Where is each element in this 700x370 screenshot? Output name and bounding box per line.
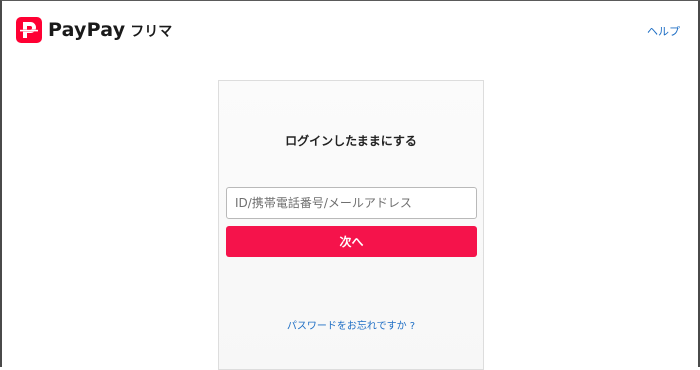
site-header: PayPay フリマ [16,15,172,45]
brand-name[interactable]: PayPay [48,19,125,41]
brand-subtitle[interactable]: フリマ [130,21,172,41]
next-button[interactable]: 次へ [226,226,477,257]
help-link[interactable]: ヘルプ [647,23,680,39]
forgot-password-link[interactable]: パスワードをお忘れですか ? [219,317,483,332]
login-title: ログインしたままにする [285,134,417,148]
paypay-logo-icon[interactable] [16,17,42,43]
browser-frame: PayPay フリマ ヘルプ ログインしたままにする 次へ パスワードをお忘れで… [0,0,700,370]
id-input[interactable] [226,187,477,219]
login-panel: ログインしたままにする 次へ パスワードをお忘れですか ? [218,80,484,370]
